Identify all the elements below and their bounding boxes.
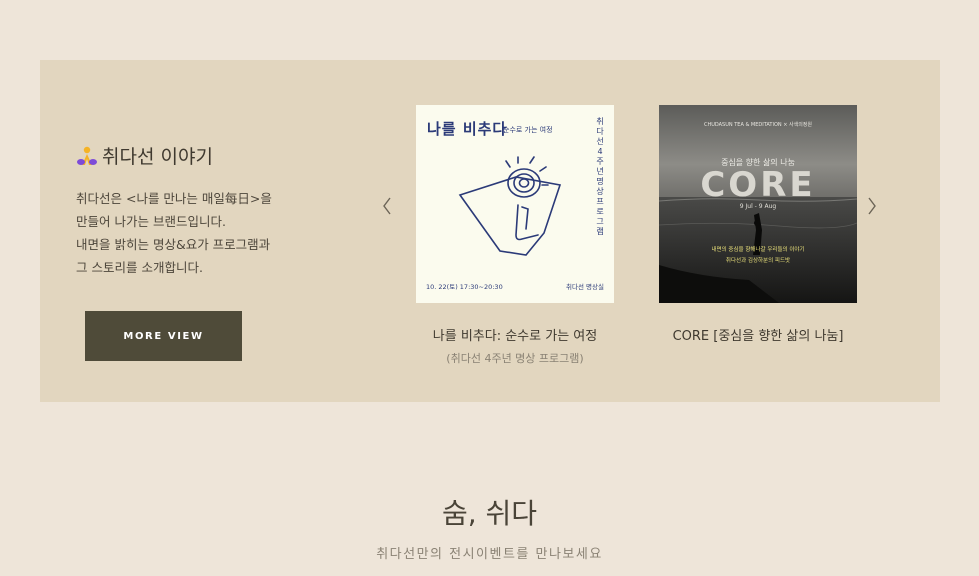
carousel-next-button[interactable] <box>863 195 881 217</box>
story-desc-line: 취다선은 <나를 만나는 매일每日>을 <box>76 191 272 206</box>
poster-vertical-text: 취다선 4주년 명상 프로그램 <box>596 117 604 236</box>
poster-dates: 9 Jul - 9 Aug <box>739 203 777 210</box>
chevron-right-icon <box>868 197 876 215</box>
poster-big-title: CORE <box>700 165 816 205</box>
carousel-prev-button[interactable] <box>378 195 396 217</box>
more-view-button[interactable]: MORE VIEW <box>85 311 242 361</box>
poster-brand: CHUDASUN TEA & MEDITATION × 사색의정원 <box>703 122 813 128</box>
card-thumbnail-meditation[interactable]: 나를 비추다 순수로 가는 여정 취다선 4주년 명상 프로그램 10. 22(… <box>416 105 614 303</box>
poster-line-drawing <box>458 156 562 256</box>
story-heading-text: 취다선 이야기 <box>102 146 213 168</box>
card-subtitle-meditation: (취다선 4주년 명상 프로그램) <box>446 352 584 365</box>
section-title: 숨, 쉬다 <box>441 497 538 530</box>
story-description: 취다선은 <나를 만나는 매일每日>을 만들어 나가는 브랜드입니다. 내면을 … <box>76 187 316 279</box>
poster-date: 10. 22(토) 17:30~20:30 <box>426 283 503 291</box>
card-thumbnail-core[interactable]: CHUDASUN TEA & MEDITATION × 사색의정원 중심을 향한… <box>659 105 857 303</box>
poster-title: 나를 비추다 <box>427 120 508 138</box>
story-panel: 취다선 이야기 취다선은 <나를 만나는 매일每日>을 만들어 나가는 브랜드입… <box>40 60 940 402</box>
story-desc-line: 그 스토리를 소개합니다. <box>76 260 203 275</box>
story-desc-line: 내면을 밝히는 명상&요가 프로그램과 <box>76 237 271 252</box>
pray-icon <box>77 146 97 165</box>
story-desc-line: 만들어 나가는 브랜드입니다. <box>76 214 226 229</box>
card-title-meditation[interactable]: 나를 비추다: 순수로 가는 여정 <box>385 325 645 344</box>
section-subtitle: 취다선만의 전시이벤트를 만나보세요 <box>376 547 603 562</box>
card-title-core[interactable]: CORE [중심을 향한 삶의 나눔] <box>628 325 888 344</box>
story-heading: 취다선 이야기 <box>76 142 213 169</box>
poster-subtitle: 순수로 가는 여정 <box>503 126 553 134</box>
poster-caption-line: 내면의 중심을 향해나갈 우리들의 이야기 <box>711 247 805 253</box>
chevron-left-icon <box>383 197 391 215</box>
poster-organizer: 취다선 명상실 <box>566 283 604 291</box>
poster-caption-line: 취다선과 김상하분의 피드밧 <box>725 258 791 264</box>
